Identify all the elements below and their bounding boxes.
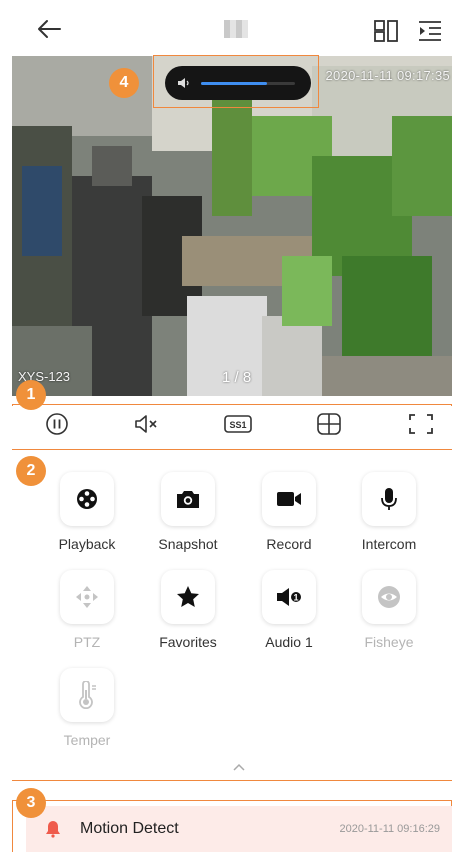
video-camera-icon — [277, 492, 301, 506]
stream-ss1-label: SS1 — [229, 420, 246, 430]
ptz-arrows-icon — [76, 586, 98, 608]
pause-icon[interactable] — [44, 412, 70, 436]
page-indicator: 1 / 8 — [222, 369, 252, 386]
mute-icon[interactable] — [134, 412, 160, 436]
record-label: Record — [266, 536, 312, 552]
device-title-blurred — [224, 20, 248, 38]
star-icon — [177, 586, 199, 607]
temper-button[interactable]: Temper — [37, 668, 137, 748]
favorites-label: Favorites — [159, 634, 217, 650]
svg-text:1: 1 — [293, 593, 298, 603]
microphone-icon — [381, 488, 397, 510]
function-panel: Playback Snapshot Record Intercom PTZ Fa… — [12, 450, 452, 780]
audio-label: Audio 1 — [265, 634, 313, 650]
stream-ss1-icon[interactable]: SS1 — [224, 412, 252, 436]
camera-icon — [177, 491, 199, 508]
split-screen-icon[interactable] — [316, 412, 342, 436]
alarm-event-row[interactable]: Motion Detect 2020-11-11 09:16:29 — [26, 806, 452, 852]
alarm-bell-icon — [46, 821, 60, 838]
playback-control-bar: SS1 — [12, 406, 452, 442]
ptz-label: PTZ — [73, 634, 101, 650]
annotation-box-4 — [153, 55, 319, 108]
annotation-badge-3: 3 — [16, 788, 46, 818]
device-list-icon[interactable] — [418, 20, 442, 42]
annotation-badge-1: 1 — [16, 380, 46, 410]
alarm-event-name: Motion Detect — [80, 820, 179, 837]
annotation-badge-2: 2 — [16, 456, 46, 486]
back-arrow-icon[interactable] — [36, 18, 62, 40]
osd-timestamp: 2020-11-11 09:17:35 — [325, 68, 450, 83]
top-bar — [0, 0, 452, 56]
thermometer-icon — [79, 681, 96, 709]
speaker-icon: 1 — [277, 588, 301, 606]
collapse-chevron-up-icon[interactable] — [232, 762, 246, 772]
record-button[interactable]: Record — [239, 472, 339, 552]
ptz-button[interactable]: PTZ — [37, 570, 137, 650]
favorites-button[interactable]: Favorites — [138, 570, 238, 650]
playback-reel-icon — [77, 489, 97, 509]
playback-button[interactable]: Playback — [37, 472, 137, 552]
temper-label: Temper — [63, 732, 111, 748]
intercom-button[interactable]: Intercom — [339, 472, 439, 552]
fisheye-label: Fisheye — [364, 634, 414, 650]
fisheye-button[interactable]: Fisheye — [339, 570, 439, 650]
snapshot-button[interactable]: Snapshot — [138, 472, 238, 552]
layout-grid-icon[interactable] — [374, 20, 398, 42]
alarm-event-time: 2020-11-11 09:16:29 — [339, 823, 440, 835]
playback-label: Playback — [58, 536, 116, 552]
intercom-label: Intercom — [361, 536, 417, 552]
snapshot-label: Snapshot — [158, 536, 218, 552]
fisheye-icon — [378, 586, 400, 608]
annotation-badge-4: 4 — [109, 68, 139, 98]
audio-button[interactable]: 1 Audio 1 — [239, 570, 339, 650]
fullscreen-icon[interactable] — [408, 412, 434, 436]
